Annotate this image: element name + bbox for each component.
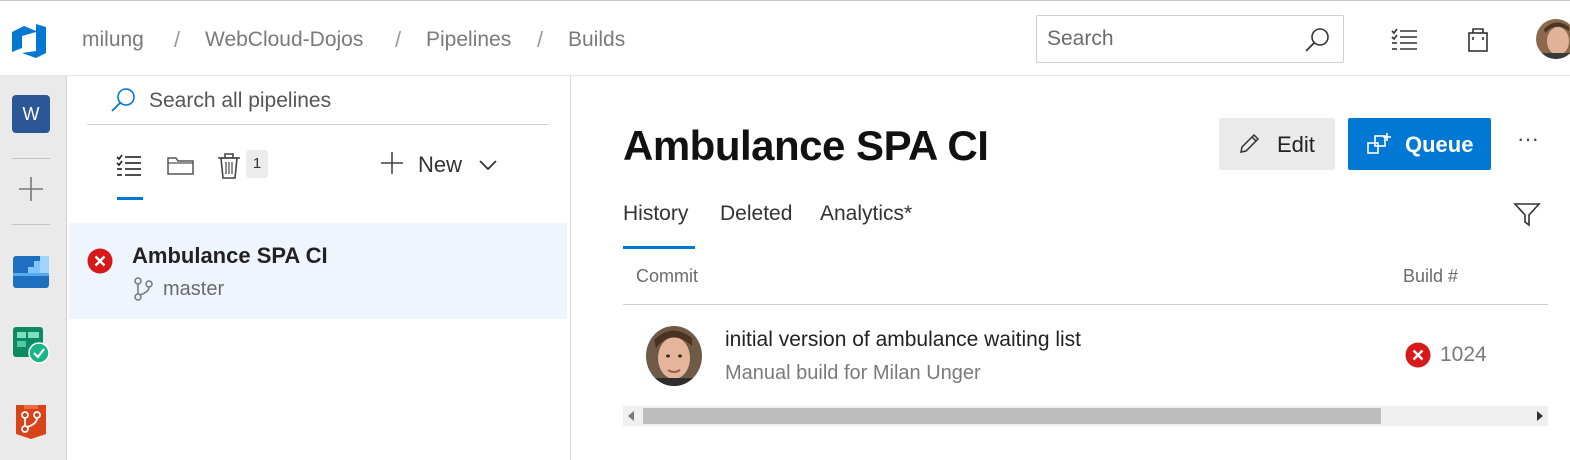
horizontal-scrollbar[interactable] [623, 406, 1548, 426]
breadcrumb-separator: / [174, 27, 181, 52]
breadcrumb-separator: / [395, 27, 402, 52]
tab-history[interactable]: History [623, 202, 688, 226]
test-plans-icon[interactable] [12, 326, 50, 364]
pipeline-name: Ambulance SPA CI [132, 243, 328, 268]
commit-message: initial version of ambulance waiting lis… [725, 328, 1082, 351]
nav-divider [12, 224, 50, 225]
folder-view-icon[interactable] [164, 148, 198, 182]
breadcrumb-separator: / [537, 27, 544, 52]
project-avatar[interactable]: W [12, 95, 50, 133]
queue-button-label: Queue [1405, 132, 1474, 157]
tab-analytics[interactable]: Analytics* [820, 202, 912, 226]
failed-status-icon [1405, 342, 1431, 368]
search-input[interactable] [1047, 26, 1297, 52]
breadcrumb-builds[interactable]: Builds [568, 28, 625, 52]
azure-devops-logo[interactable] [10, 23, 48, 59]
pipeline-branch: master [163, 278, 225, 300]
queue-button[interactable]: Queue [1348, 118, 1491, 170]
breadcrumb-pipelines[interactable]: Pipelines [426, 28, 511, 52]
filter-icon[interactable] [1513, 200, 1541, 228]
search-icon [111, 88, 135, 112]
header-divider [623, 304, 1548, 305]
chevron-down-icon [479, 160, 497, 171]
active-tab-indicator [623, 246, 695, 249]
avatar-image [646, 326, 702, 386]
user-avatar[interactable] [1536, 19, 1570, 59]
scrollbar-thumb[interactable] [643, 408, 1381, 424]
boards-icon[interactable] [12, 251, 50, 289]
branch-icon [134, 277, 153, 301]
global-search [1036, 15, 1344, 63]
pencil-icon [1240, 133, 1260, 153]
marketplace-bag-icon[interactable] [1462, 23, 1494, 55]
deleted-icon[interactable] [212, 148, 246, 182]
list-view-icon[interactable] [113, 148, 147, 182]
add-icon[interactable] [12, 170, 50, 208]
avatar [646, 326, 702, 386]
repos-icon[interactable] [12, 402, 50, 440]
scroll-left-arrow[interactable] [628, 411, 634, 421]
left-navigation: W [0, 76, 67, 460]
main-content: Ambulance SPA CI Edit Queue ··· History … [571, 76, 1570, 460]
plus-icon [381, 152, 403, 174]
deleted-count-badge: 1 [246, 150, 268, 178]
breadcrumb-project[interactable]: WebCloud-Dojos [205, 28, 363, 52]
top-bar: milung / WebCloud-Dojos / Pipelines / Bu… [0, 0, 1570, 76]
more-actions-button[interactable]: ··· [1511, 128, 1545, 158]
page-title: Ambulance SPA CI [623, 122, 989, 169]
edit-button-label: Edit [1277, 132, 1315, 157]
pipeline-search-input[interactable] [149, 88, 529, 114]
column-header-commit: Commit [636, 266, 698, 286]
breadcrumb-org[interactable]: milung [82, 28, 144, 52]
task-list-icon[interactable] [1389, 23, 1421, 55]
failed-status-icon [87, 248, 113, 274]
search-icon[interactable] [1303, 26, 1331, 54]
new-button-label: New [418, 152, 463, 177]
queue-build-icon [1367, 133, 1391, 154]
scroll-right-arrow[interactable] [1537, 411, 1543, 421]
active-tab-indicator [117, 197, 143, 200]
edit-button[interactable]: Edit [1219, 118, 1335, 170]
pipeline-search [87, 76, 548, 125]
tab-deleted[interactable]: Deleted [720, 202, 792, 226]
build-number: 1024 [1440, 343, 1487, 366]
avatar-image [1536, 19, 1570, 59]
pipeline-list-item[interactable]: Ambulance SPA CI master [69, 223, 567, 319]
build-reason: Manual build for Milan Unger [725, 362, 981, 384]
new-pipeline-button[interactable]: New [373, 146, 503, 184]
pipelines-panel: 1 New Ambulance SPA CI master [67, 76, 571, 460]
column-header-build: Build # [1403, 266, 1459, 286]
nav-divider [12, 158, 50, 159]
